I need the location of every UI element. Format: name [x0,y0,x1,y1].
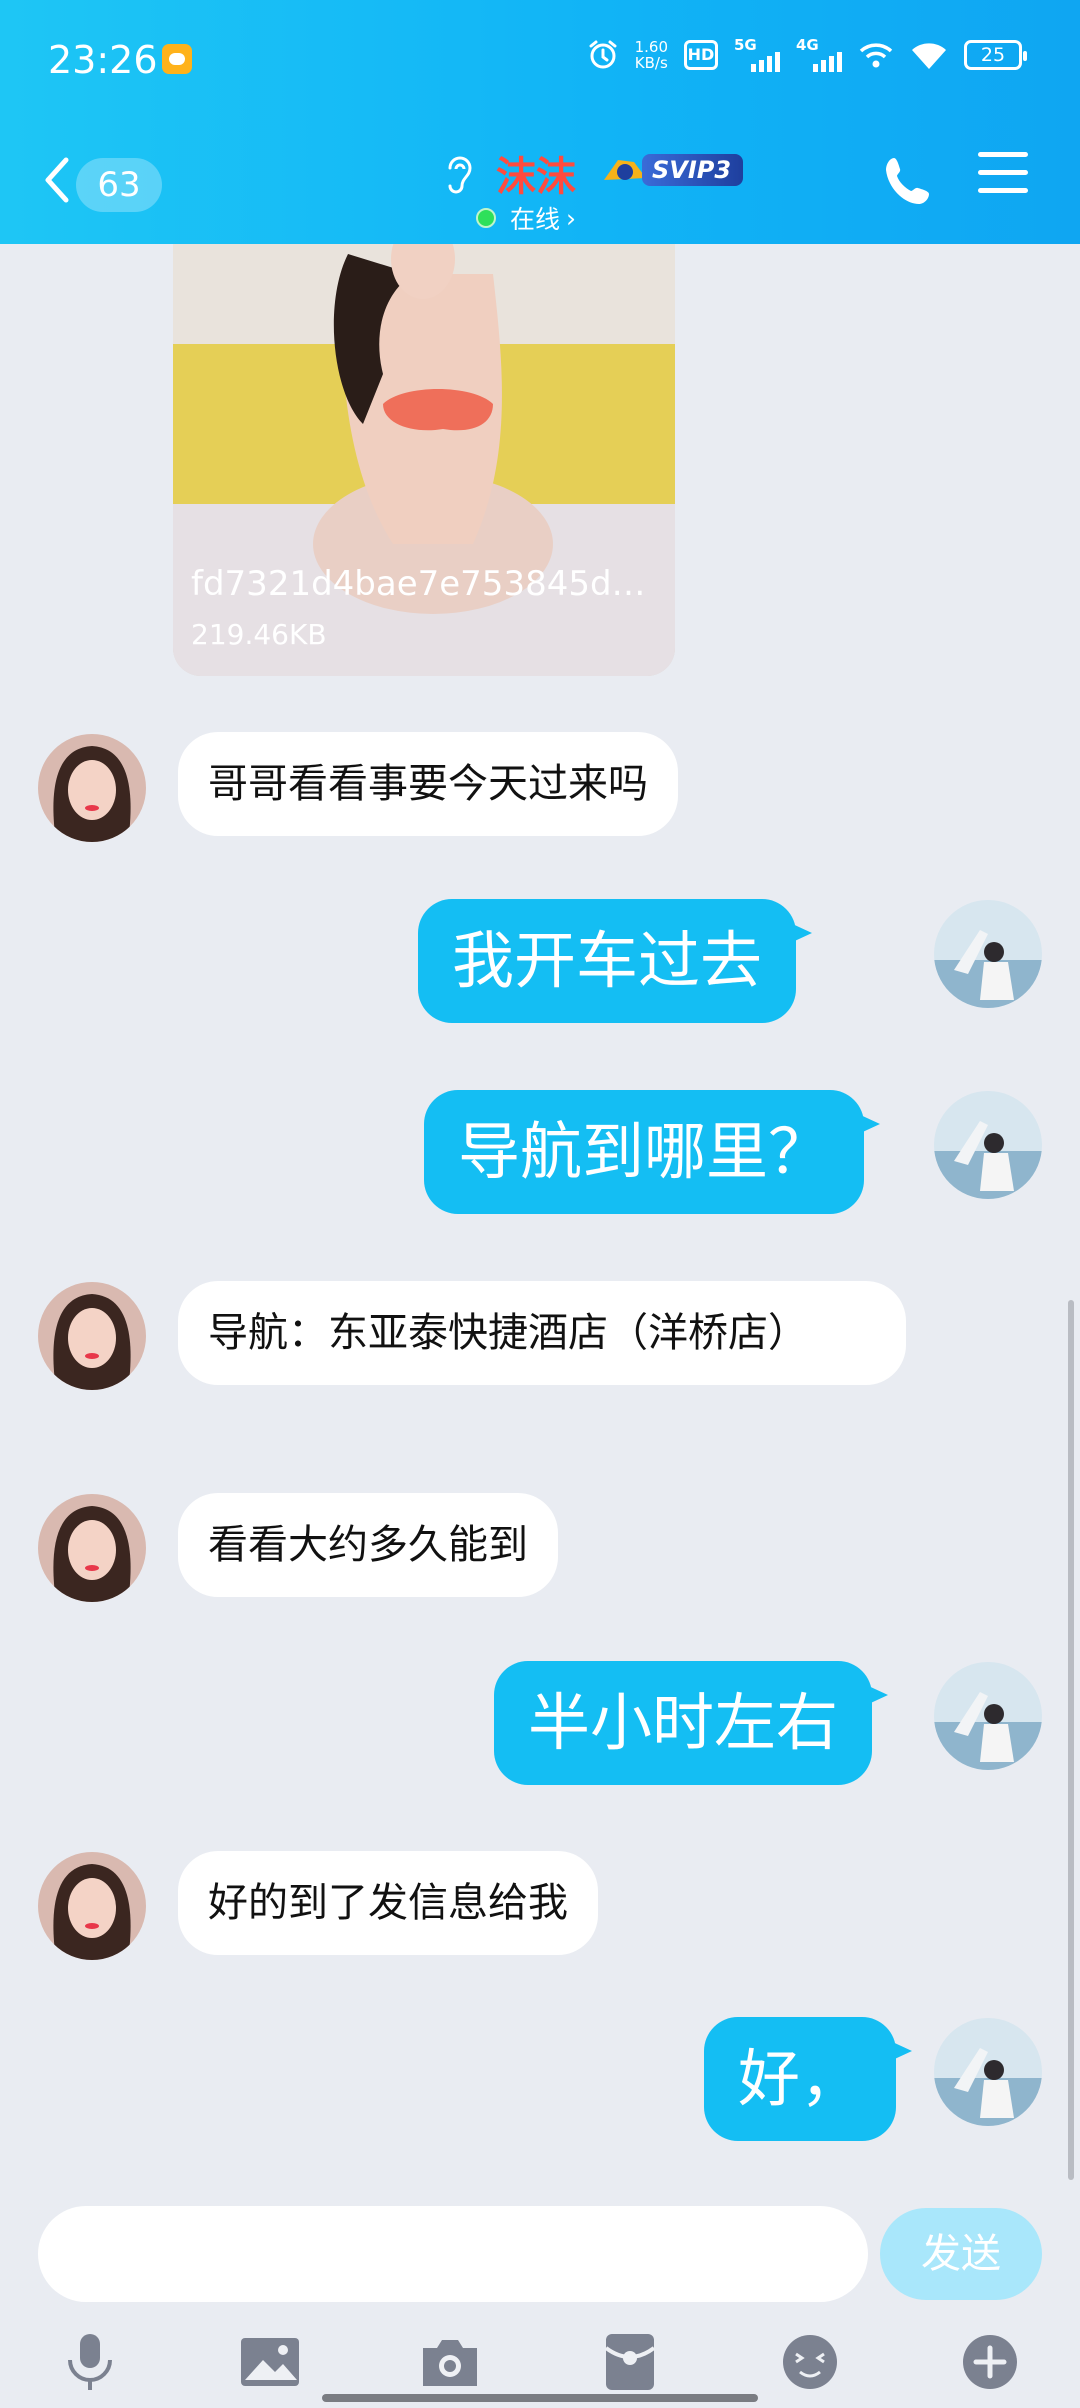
red-packet-icon[interactable] [598,2330,662,2394]
microphone-icon[interactable] [58,2330,122,2394]
image-icon[interactable] [238,2330,302,2394]
app-notification-icon [162,44,192,74]
my-avatar[interactable] [934,900,1042,1008]
outgoing-message[interactable]: 导航到哪里？ [424,1090,881,1214]
contact-avatar[interactable] [38,1282,146,1390]
chevron-right-icon: › [566,203,577,233]
contact-avatar[interactable] [38,734,146,842]
ear-icon [440,152,476,200]
status-time: 23:26 [48,38,158,82]
message-input[interactable] [38,2206,868,2302]
my-avatar[interactable] [934,1662,1042,1770]
sim2-signal-icon: 4G [796,36,842,72]
wifi-calling-icon [858,39,894,71]
chevron-left-icon [40,152,74,218]
image-message[interactable]: fd7321d4bae7e753845d… 219.46KB [173,244,675,676]
back-button[interactable]: 63 [40,152,162,218]
unread-count-badge: 63 [76,158,162,212]
camera-icon[interactable] [418,2330,482,2394]
message-list[interactable]: fd7321d4bae7e753845d… 219.46KB 哥哥看看事要今天过… [0,244,1080,2194]
contact-name: 沫沫 [496,154,576,200]
svip-label: SVIP3 [642,154,744,186]
send-button[interactable]: 发送 [880,2208,1042,2300]
svip-badge: SVIP3 [600,150,744,190]
incoming-message[interactable]: 导航：东亚泰快捷酒店（洋桥店） [178,1281,906,1385]
nav-bar: 63 沫沫 SVIP3 在线 › [0,122,1080,244]
network-speed-unit: KB/s [634,54,668,72]
emoji-icon[interactable] [778,2330,842,2394]
sim1-signal-icon: 5G [734,36,780,72]
input-bar: 发送 [0,2194,1080,2408]
outgoing-message[interactable]: 好， [704,2017,913,2141]
network-speed-value: 1.60 [634,38,668,56]
status-icons: 1.60 KB/s HD 5G 4G 25 [587,36,1027,72]
contact-avatar[interactable] [38,1852,146,1960]
online-dot-icon [476,208,496,228]
contact-title[interactable]: 沫沫 SVIP3 在线 › [440,136,744,234]
home-indicator[interactable] [322,2394,758,2402]
online-status: 在线 › [476,200,576,236]
incoming-message[interactable]: 哥哥看看事要今天过来吗 [178,732,678,836]
menu-icon[interactable] [978,152,1028,202]
image-file-size: 219.46KB [191,618,327,651]
phone-call-icon[interactable] [880,152,940,212]
battery-icon: 25 [964,40,1027,70]
outgoing-message[interactable]: 我开车过去 [418,899,813,1023]
outgoing-message[interactable]: 半小时左右 [494,1661,889,1785]
incoming-message[interactable]: 好的到了发信息给我 [178,1851,598,1955]
wifi-icon [910,39,948,71]
my-avatar[interactable] [934,2018,1042,2126]
contact-avatar[interactable] [38,1494,146,1602]
input-toolbar [0,2330,1080,2394]
incoming-message[interactable]: 看看大约多久能到 [178,1493,558,1597]
status-bar: 23:26 1.60 KB/s HD 5G 4G 25 [0,0,1080,122]
my-avatar[interactable] [934,1091,1042,1199]
photo-image [173,244,675,676]
network-speed: 1.60 KB/s [635,39,668,71]
online-status-text: 在线 [510,205,561,234]
plus-icon[interactable] [958,2330,1022,2394]
image-file-name: fd7321d4bae7e753845d… [191,564,646,604]
chat-scrollbar[interactable] [1068,1300,1074,2180]
alarm-icon [587,39,619,71]
chat-header: 23:26 1.60 KB/s HD 5G 4G 25 63 沫沫 SVIP3 … [0,0,1080,244]
hd-icon: HD [684,40,718,70]
